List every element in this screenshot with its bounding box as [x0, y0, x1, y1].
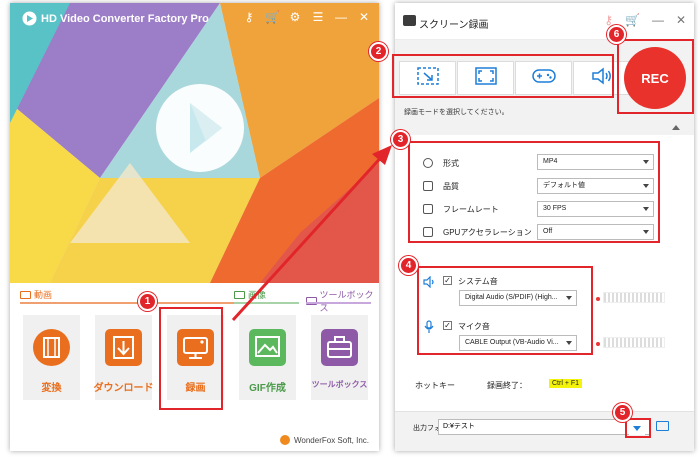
video-section-icon: [20, 290, 31, 299]
recorder-title: スクリーン録画: [419, 20, 489, 31]
section-video-label: 動画: [34, 290, 53, 300]
folder-icon[interactable]: [656, 421, 669, 431]
callout-4: 4: [399, 256, 418, 275]
close-icon[interactable]: ✕: [676, 13, 686, 27]
section-toolbox-label: ツールボックス: [319, 290, 374, 313]
home-background-art: [10, 3, 379, 283]
section-video: 動画: [20, 288, 52, 301]
end-record-label: 録画終了：: [487, 381, 527, 390]
highlight-settings: [408, 141, 660, 243]
gif-maker-tile[interactable]: GIF作成: [239, 315, 296, 400]
mic-level-meter: [603, 337, 665, 348]
film-icon: [33, 329, 70, 366]
download-label: ダウンロード: [93, 383, 154, 394]
callout-2: 2: [369, 42, 388, 61]
callout-1: 1: [138, 292, 157, 311]
highlight-mode-buttons: [392, 54, 614, 98]
end-record-hotkey[interactable]: Ctrl + F1: [549, 379, 583, 388]
collapse-arrow-icon[interactable]: [672, 125, 680, 130]
download-icon: [105, 329, 142, 366]
cart-icon[interactable]: 🛒: [625, 13, 640, 27]
app-title: HD Video Converter Factory Pro: [41, 13, 209, 25]
highlight-audio: [417, 266, 593, 355]
highlight-rec-button: [617, 39, 694, 114]
mode-hint-text: 録画モードを選択してください。: [404, 109, 509, 116]
cart-icon[interactable]: 🛒: [265, 10, 280, 24]
section-image-label: 画像: [248, 290, 267, 300]
gif-maker-label: GIF作成: [249, 383, 286, 394]
company-footer: WonderFox Soft, Inc.: [280, 435, 369, 445]
highlight-folder-dropdown: [625, 418, 651, 438]
toolbox-tile[interactable]: ツールボックス: [311, 315, 368, 400]
recorder-logo-icon: [403, 15, 416, 26]
toolbox-label: ツールボックス: [311, 380, 368, 389]
callout-5: 5: [613, 403, 632, 422]
wonderfox-logo-icon: [280, 435, 290, 445]
toolbox-icon: [321, 329, 358, 366]
settings-icon[interactable]: ⚙: [288, 10, 302, 24]
system-level-meter: [603, 292, 665, 303]
section-video-divider: [20, 302, 234, 304]
hotkey-label: ホットキー: [415, 381, 455, 390]
key-icon[interactable]: ⚷: [242, 10, 256, 24]
minimize-icon[interactable]: —: [652, 13, 664, 27]
close-icon[interactable]: ✕: [357, 10, 371, 24]
mic-level-indicator: [596, 342, 600, 346]
section-toolbox: ツールボックス: [306, 288, 379, 314]
app-logo-icon: [22, 11, 37, 26]
system-level-indicator: [596, 297, 600, 301]
section-toolbox-divider: [306, 302, 371, 304]
image-icon: [249, 329, 286, 366]
callout-6: 6: [607, 25, 626, 44]
highlight-record-tile: [159, 307, 223, 410]
convert-tile[interactable]: 変換: [23, 315, 80, 400]
minimize-icon[interactable]: —: [334, 10, 348, 24]
company-name: WonderFox Soft, Inc.: [294, 435, 369, 445]
download-tile[interactable]: ダウンロード: [94, 315, 154, 400]
image-section-icon: [234, 290, 245, 299]
section-image-divider: [234, 302, 299, 304]
section-image: 画像: [234, 288, 266, 301]
callout-3: 3: [391, 130, 410, 149]
list-icon[interactable]: ☰: [311, 10, 325, 24]
convert-label: 変換: [41, 383, 62, 394]
